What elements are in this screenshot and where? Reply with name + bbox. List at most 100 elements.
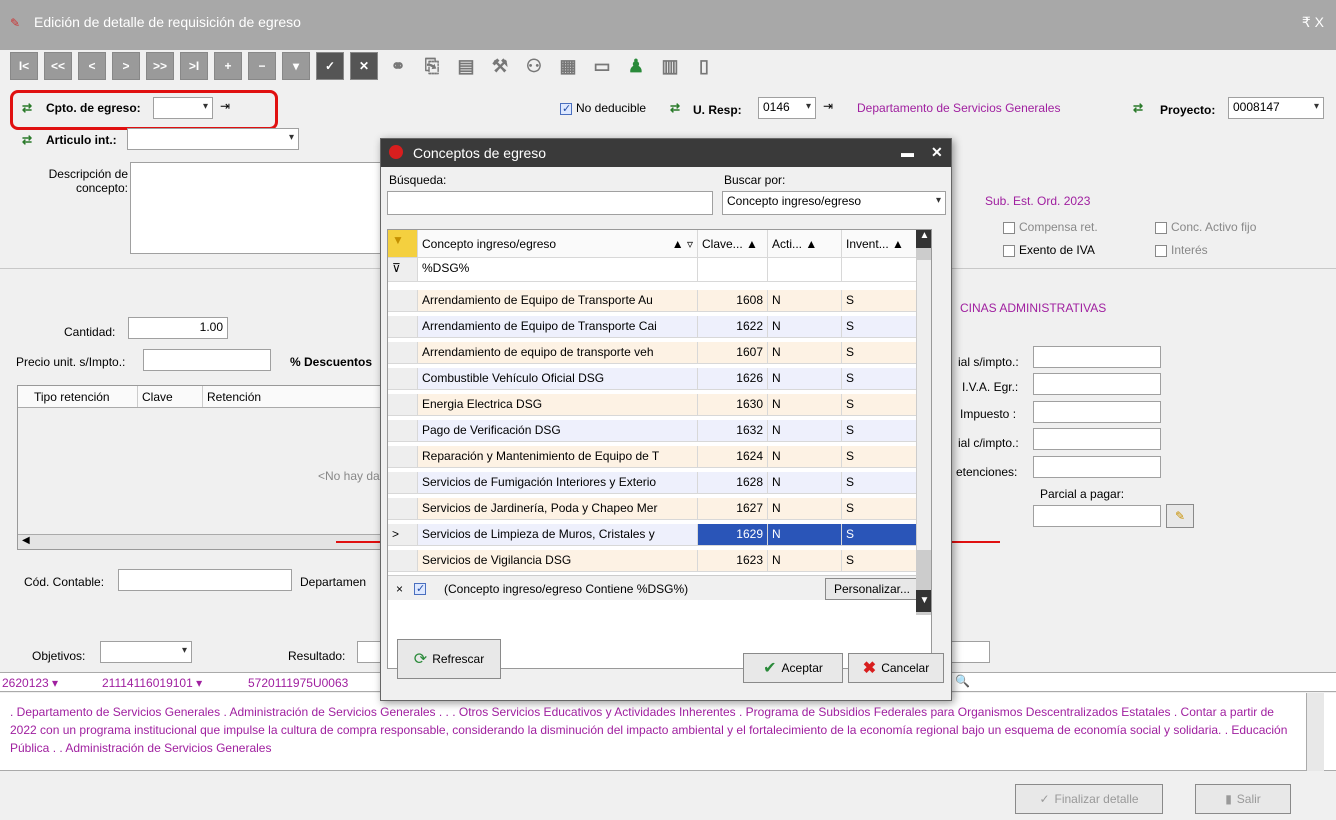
first-record-button[interactable]: I< [10,52,38,80]
conceptos-grid[interactable]: ▼ Concepto ingreso/egreso ▲ ▿ Clave... ▲ … [387,229,932,669]
table-row[interactable]: Arrendamiento de Equipo de Transporte Ca… [388,316,931,338]
cancelar-button[interactable]: ✖ Cancelar [848,653,944,683]
code2-combobox[interactable]: 21114116019101 ▾ [102,676,202,690]
precio-input[interactable] [143,349,271,371]
no-data-text: <No hay dat [318,469,384,483]
cantidad-input[interactable]: 1.00 [128,317,228,339]
iva-input[interactable] [1033,373,1161,395]
cancel-edit-button[interactable]: ✕ [350,52,378,80]
users-icon[interactable]: ⚇ [520,52,548,80]
filter-input[interactable]: %DSG% [418,258,698,281]
finalizar-button[interactable]: ✓ Finalizar detalle [1015,784,1163,814]
cell-clave: 1627 [698,498,768,519]
interes-checkbox[interactable]: Interés [1155,243,1208,257]
table-row[interactable]: > Servicios de Limpieza de Muros, Cristal… [388,524,931,546]
col-concepto[interactable]: Concepto ingreso/egreso ▲ ▿ [418,230,698,257]
prev-page-button[interactable]: << [44,52,72,80]
book-icon[interactable]: ▥ [656,52,684,80]
document-icon[interactable]: ▭ [588,52,616,80]
filter-text: (Concepto ingreso/egreso Contiene %DSG%) [444,582,689,596]
form-icon[interactable]: ▤ [452,52,480,80]
col-clave[interactable]: Clave... ▲ [698,230,768,257]
dropdown-button[interactable]: ▾ [282,52,310,80]
no-deducible-checkbox[interactable]: No deducible [560,101,646,115]
add-button[interactable]: + [214,52,242,80]
cell-clave: 1607 [698,342,768,363]
cell-clave: 1630 [698,394,768,415]
departamento-label: Departamen [300,575,367,589]
grid-scrollbar[interactable]: ▲ ▼ [916,230,931,615]
table-row[interactable]: Arrendamiento de equipo de transporte ve… [388,342,931,364]
attach-icon[interactable]: ⎘ [418,52,446,80]
refrescar-button[interactable]: ⟳ Refrescar [397,639,501,679]
col-retencion[interactable]: Retención [203,386,373,407]
table-row[interactable]: Servicios de Fumigación Interiores y Ext… [388,472,931,494]
filter-checkbox[interactable] [414,581,430,595]
code3-combobox[interactable]: 5720111975U0063 [248,676,348,690]
table-row[interactable]: Combustible Vehículo Oficial DSG 1626 N S [388,368,931,390]
table-row[interactable]: Servicios de Jardinería, Poda y Chapeo M… [388,498,931,520]
search-icon[interactable]: 🔍 [955,674,970,688]
buscar-por-combobox[interactable]: Concepto ingreso/egreso [722,191,946,215]
table-row[interactable]: Energia Electrica DSG 1630 N S [388,394,931,416]
tools-icon[interactable]: ⚒ [486,52,514,80]
proyecto-combobox[interactable]: 0008147 [1228,97,1324,119]
busqueda-input[interactable] [387,191,713,215]
descripcion-textarea[interactable] [130,162,385,254]
table-row[interactable]: Servicios de Vigilancia DSG 1623 N S [388,550,931,572]
articulo-combobox[interactable] [127,128,299,150]
cell-concepto: Servicios de Limpieza de Muros, Cristale… [418,524,698,545]
vertical-scrollbar[interactable] [1306,693,1324,771]
objetivos-combobox[interactable] [100,641,192,663]
table-row[interactable]: Arrendamiento de Equipo de Transporte Au… [388,290,931,312]
binoculars-icon[interactable]: ⚭ [384,52,412,80]
prev-record-button[interactable]: < [78,52,106,80]
parcial-s-input[interactable] [1033,346,1161,368]
grid-header: ▼ Concepto ingreso/egreso ▲ ▿ Clave... ▲ … [388,230,931,258]
cell-acti: N [768,550,842,571]
page-icon[interactable]: ▯ [690,52,718,80]
code1-combobox[interactable]: 2620123 ▾ [2,676,58,690]
parcial-pagar-input[interactable] [1033,505,1161,527]
table-row[interactable]: Pago de Verificación DSG 1632 N S [388,420,931,442]
col-acti[interactable]: Acti... ▲ [768,230,842,257]
compensa-checkbox[interactable]: Compensa ret. [1003,220,1098,234]
row-indicator [388,472,418,493]
window-titlebar: ✎ Edición de detalle de requisición de e… [0,0,1336,50]
refresh-icon: ⟳ [413,651,428,668]
cod-contable-input[interactable] [118,569,292,591]
highlight-box [10,90,278,130]
uresp-icon: ⇄ [670,101,681,115]
table-row[interactable]: Reparación y Mantenimiento de Equipo de … [388,446,931,468]
calculate-button[interactable]: ✎ [1166,504,1194,528]
last-record-button[interactable]: >I [180,52,208,80]
col-clave[interactable]: Clave [138,386,203,407]
remove-button[interactable]: − [248,52,276,80]
extra-input[interactable] [950,641,990,663]
next-page-button[interactable]: >> [146,52,174,80]
exento-iva-checkbox[interactable]: Exento de IVA [1003,243,1095,257]
salir-button[interactable]: ▮ Salir [1195,784,1291,814]
confirm-button[interactable]: ✓ [316,52,344,80]
next-record-button[interactable]: > [112,52,140,80]
retenciones-input[interactable] [1033,456,1161,478]
horizontal-scrollbar[interactable]: ◀ [18,534,382,549]
retenciones-grid[interactable]: Tipo retención Clave Retención <No hay d… [17,385,383,550]
filter-icon[interactable]: ▼ [388,230,418,257]
window-controls[interactable]: ₹ X [1302,14,1324,31]
col-tipo-retencion[interactable]: Tipo retención [18,386,138,407]
uresp-lookup-icon[interactable]: ⇥ [823,99,833,113]
uresp-combobox[interactable]: 0146 [758,97,816,119]
aceptar-button[interactable]: ✔ Aceptar [743,653,843,683]
row-indicator [388,290,418,311]
parcial-c-input[interactable] [1033,428,1161,450]
person-icon[interactable]: ♟ [622,52,650,80]
conc-activo-checkbox[interactable]: Conc. Activo fijo [1155,220,1256,234]
close-icon[interactable]: ✕ [931,144,943,161]
clear-filter-icon[interactable]: × [396,582,403,596]
stack-icon[interactable]: ▦ [554,52,582,80]
minimize-icon[interactable]: ▬ [901,145,914,160]
row-indicator [388,550,418,571]
impuesto-input[interactable] [1033,401,1161,423]
personalizar-button[interactable]: Personalizar... [825,578,919,600]
